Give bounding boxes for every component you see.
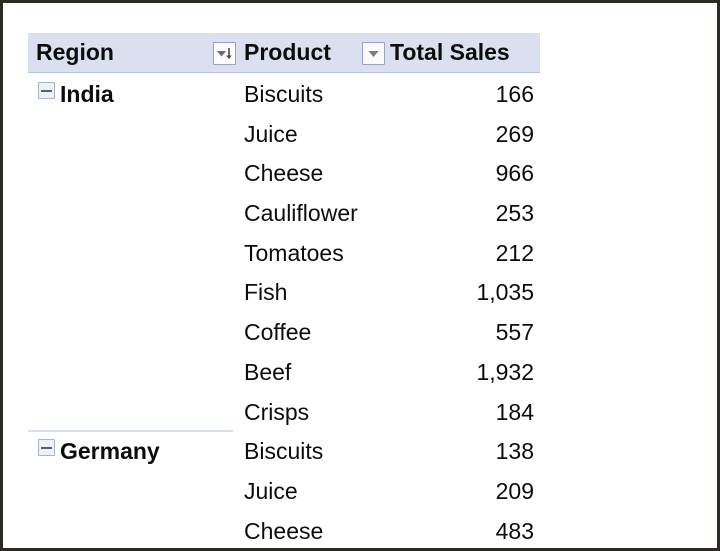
- collapse-minus-icon[interactable]: [38, 82, 55, 99]
- cell-total-sales: 209: [496, 472, 534, 512]
- cell-product: Biscuits: [244, 432, 323, 472]
- region-label: India: [60, 81, 114, 107]
- pivot-table-body: IndiaBiscuits166Juice269Cheese966Caulifl…: [28, 75, 540, 551]
- cell-product: Cheese: [244, 512, 323, 551]
- pivot-table: Region Product Total Sales India Biscuits…: [28, 33, 540, 551]
- column-header-total-sales[interactable]: Total Sales: [390, 33, 510, 72]
- cell-total-sales: 1,932: [476, 353, 534, 393]
- sort-filter-descending-icon[interactable]: [213, 42, 236, 65]
- table-row[interactable]: Cheese 483: [28, 512, 540, 551]
- table-row[interactable]: Juice 269: [28, 115, 540, 155]
- cell-total-sales: 184: [496, 393, 534, 433]
- table-row[interactable]: Beef 1,932: [28, 353, 540, 393]
- cell-total-sales: 269: [496, 115, 534, 155]
- collapse-minus-icon[interactable]: [38, 439, 55, 456]
- table-row[interactable]: Cheese 966: [28, 154, 540, 194]
- table-row[interactable]: Juice 209: [28, 472, 540, 512]
- column-header-region[interactable]: Region: [36, 33, 114, 72]
- cell-total-sales: 253: [496, 194, 534, 234]
- cell-product: Cauliflower: [244, 194, 358, 234]
- table-row[interactable]: Tomatoes 212: [28, 234, 540, 274]
- cell-total-sales: 557: [496, 313, 534, 353]
- cell-region: Germany: [38, 432, 160, 472]
- cell-product: Tomatoes: [244, 234, 344, 274]
- screenshot-frame: Region Product Total Sales India Biscuits…: [0, 0, 720, 551]
- cell-product: Cheese: [244, 154, 323, 194]
- cell-product: Beef: [244, 353, 291, 393]
- column-header-product[interactable]: Product: [244, 33, 331, 72]
- cell-total-sales: 1,035: [476, 273, 534, 313]
- table-row[interactable]: Germany Biscuits 138: [28, 432, 540, 472]
- cell-total-sales: 483: [496, 512, 534, 551]
- filter-dropdown-icon[interactable]: [362, 42, 385, 65]
- table-row[interactable]: Crisps 184: [28, 393, 540, 433]
- table-row[interactable]: Coffee 557: [28, 313, 540, 353]
- cell-total-sales: 212: [496, 234, 534, 274]
- cell-total-sales: 138: [496, 432, 534, 472]
- table-row[interactable]: Fish 1,035: [28, 273, 540, 313]
- cell-product: Biscuits: [244, 75, 323, 115]
- cell-product: Fish: [244, 273, 287, 313]
- pivot-table-header-row: Region Product Total Sales: [28, 33, 540, 73]
- table-row[interactable]: Cauliflower 253: [28, 194, 540, 234]
- cell-product: Coffee: [244, 313, 311, 353]
- cell-product: Juice: [244, 115, 298, 155]
- cell-product: Crisps: [244, 393, 309, 433]
- cell-total-sales: 166: [496, 75, 534, 115]
- cell-product: Juice: [244, 472, 298, 512]
- table-row[interactable]: India Biscuits 166: [28, 75, 540, 115]
- cell-total-sales: 966: [496, 154, 534, 194]
- cell-region: India: [38, 75, 114, 115]
- region-label: Germany: [60, 438, 160, 464]
